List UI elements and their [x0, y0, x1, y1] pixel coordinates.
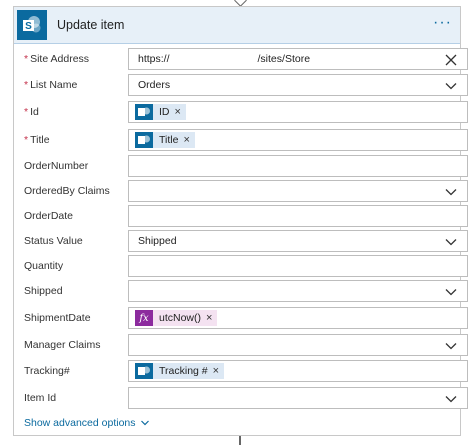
order-date-label: OrderDate [24, 210, 74, 222]
list-name-dropdown[interactable]: Orders [128, 74, 468, 96]
quantity-input[interactable] [128, 255, 468, 277]
show-advanced-options-link[interactable]: Show advanced options [24, 417, 149, 429]
title-token-label: Title [159, 134, 179, 146]
quantity-label: Quantity [24, 260, 64, 272]
site-address-value-suffix: /sites/Store [257, 53, 311, 65]
order-number-row: OrderNumber [14, 155, 468, 177]
manager-claims-label: Manager Claims [24, 339, 101, 351]
shipment-date-label: ShipmentDate [24, 312, 91, 324]
utcnow-expression-token[interactable]: fx utcNow() × [135, 310, 218, 326]
shipment-date-input[interactable]: fx utcNow() × [128, 307, 468, 329]
remove-token-icon[interactable]: × [175, 106, 181, 118]
card-header[interactable]: S Update item ··· [14, 7, 460, 44]
manager-claims-dropdown[interactable] [128, 334, 468, 356]
status-value-row: Status Value Shipped [14, 230, 468, 252]
sharepoint-icon: S [17, 10, 47, 40]
chevron-down-icon[interactable] [445, 186, 457, 198]
site-address-input[interactable]: https:// /sites/Store [128, 48, 468, 70]
site-address-row: * Site Address https:// /sites/Store [14, 48, 468, 70]
title-token[interactable]: Title × [135, 132, 195, 148]
remove-token-icon[interactable]: × [213, 365, 219, 377]
order-number-label: OrderNumber [24, 160, 89, 172]
shipped-label: Shipped [24, 285, 63, 297]
manager-claims-row: Manager Claims [14, 334, 468, 356]
shipment-date-row: ShipmentDate fx utcNow() × [14, 307, 468, 329]
tracking-token-label: Tracking # [159, 365, 208, 377]
sharepoint-icon [135, 132, 153, 148]
id-token-label: ID [159, 106, 170, 118]
tracking-token[interactable]: Tracking # × [135, 363, 225, 379]
title-label: * Title [24, 134, 50, 146]
clear-icon[interactable] [445, 54, 457, 66]
list-name-label: * List Name [24, 79, 78, 91]
item-id-label: Item Id [24, 392, 57, 404]
site-address-label: * Site Address [24, 53, 90, 65]
chevron-down-icon [140, 420, 149, 426]
tracking-label: Tracking# [24, 365, 70, 377]
item-id-row: Item Id [14, 387, 468, 409]
id-row: * Id ID × [14, 101, 468, 123]
site-address-value-prefix: https:// [138, 53, 170, 65]
ordered-by-claims-dropdown[interactable] [128, 180, 468, 202]
chevron-down-icon[interactable] [445, 80, 457, 92]
sharepoint-icon [135, 363, 153, 379]
list-name-row: * List Name Orders [14, 74, 468, 96]
chevron-down-icon[interactable] [445, 236, 457, 248]
show-advanced-options-label: Show advanced options [24, 417, 136, 429]
update-item-action-card: S Update item ··· * Site Address https://… [13, 6, 468, 436]
tracking-input[interactable]: Tracking # × [128, 360, 468, 382]
ordered-by-claims-label: OrderedBy Claims [24, 185, 110, 197]
shipped-dropdown[interactable] [128, 280, 468, 302]
chevron-down-icon[interactable] [445, 340, 457, 352]
id-token[interactable]: ID × [135, 104, 186, 120]
chevron-down-icon[interactable] [445, 286, 457, 298]
id-input[interactable]: ID × [128, 101, 468, 123]
title-input[interactable]: Title × [128, 129, 468, 151]
id-label: * Id [24, 106, 39, 118]
chevron-down-icon[interactable] [445, 393, 457, 405]
quantity-row: Quantity [14, 255, 468, 277]
svg-text:S: S [25, 21, 32, 32]
shipped-row: Shipped [14, 280, 468, 302]
order-date-input[interactable] [128, 205, 468, 227]
status-value-dropdown[interactable]: Shipped [128, 230, 468, 252]
flow-connector-line [239, 436, 241, 445]
status-value-label: Status Value [24, 235, 83, 247]
list-name-value: Orders [138, 79, 171, 91]
card-title: Update item [57, 18, 125, 32]
order-date-row: OrderDate [14, 205, 468, 227]
shipment-date-token-label: utcNow() [159, 312, 202, 324]
function-icon: fx [135, 310, 153, 326]
sharepoint-icon [135, 104, 153, 120]
ellipsis-icon[interactable]: ··· [433, 15, 452, 31]
tracking-row: Tracking# Tracking # × [14, 360, 468, 382]
title-row: * Title Title × [14, 129, 468, 151]
remove-token-icon[interactable]: × [206, 312, 212, 324]
status-value-value: Shipped [138, 235, 177, 247]
ordered-by-claims-row: OrderedBy Claims [14, 180, 468, 202]
item-id-dropdown[interactable] [128, 387, 468, 409]
order-number-input[interactable] [128, 155, 468, 177]
remove-token-icon[interactable]: × [183, 134, 189, 146]
